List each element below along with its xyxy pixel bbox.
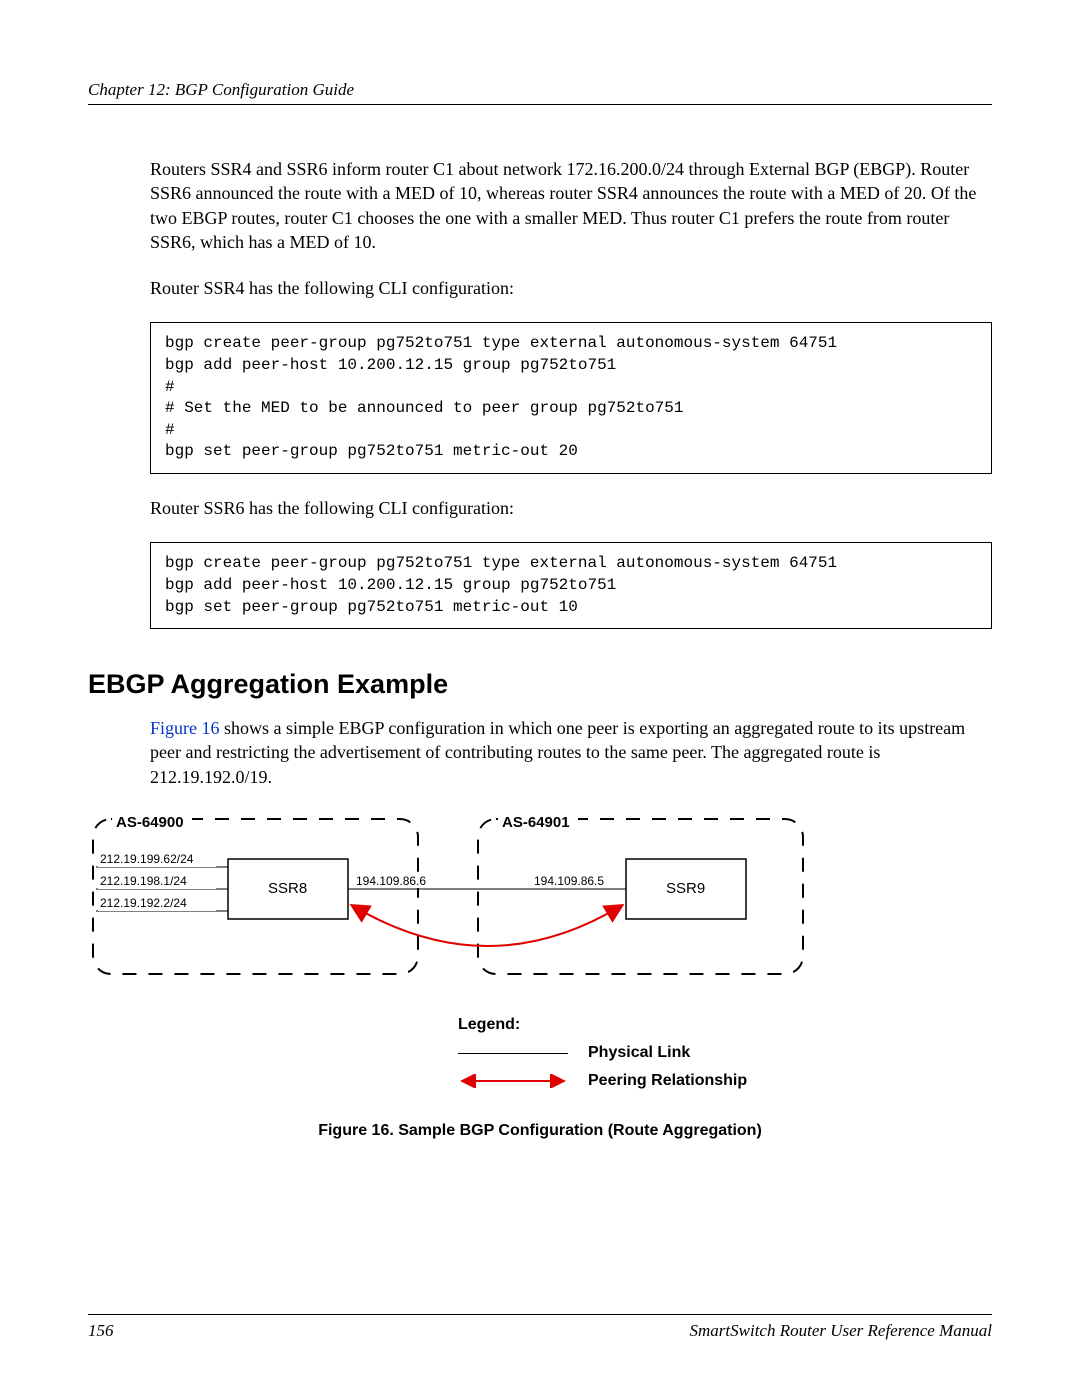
figure-reference-link[interactable]: Figure 16 (150, 718, 220, 738)
ip-net-3: 212.19.192.2/24 (100, 896, 187, 910)
as-left-label: AS-64900 (116, 814, 184, 831)
ip-net-2: 212.19.198.1/24 (100, 874, 187, 888)
legend-row-peering: Peering Relationship (458, 1072, 992, 1090)
section-heading: EBGP Aggregation Example (88, 669, 992, 700)
paragraph-figref: Figure 16 shows a simple EBGP configurat… (150, 716, 992, 789)
as-right-label: AS-64901 (502, 814, 570, 831)
legend-physical-label: Physical Link (588, 1044, 690, 1062)
legend: Legend: Physical Link (458, 1016, 992, 1090)
paragraph-ssr4-intro: Router SSR4 has the following CLI config… (150, 276, 992, 300)
router-ssr8-label: SSR8 (268, 880, 307, 897)
page-header: Chapter 12: BGP Configuration Guide (88, 80, 992, 105)
legend-row-physical: Physical Link (458, 1044, 992, 1062)
chapter-title: Chapter 12: BGP Configuration Guide (88, 80, 354, 99)
network-diagram-svg: AS-64900 AS-64901 SSR8 SSR9 212.19.199.6… (88, 811, 808, 991)
legend-peering-arrow-icon (458, 1074, 568, 1088)
peering-arc (353, 906, 621, 946)
router-ssr9-label: SSR9 (666, 880, 705, 897)
ip-link-left: 194.109.86.6 (356, 874, 426, 888)
paragraph-ssr6-intro: Router SSR6 has the following CLI config… (150, 496, 992, 520)
paragraph-figref-rest: shows a simple EBGP configuration in whi… (150, 718, 965, 787)
code-block-ssr6: bgp create peer-group pg752to751 type ex… (150, 542, 992, 629)
ip-link-right: 194.109.86.5 (534, 874, 604, 888)
page-number: 156 (88, 1321, 114, 1341)
legend-title: Legend: (458, 1016, 992, 1034)
figure-caption: Figure 16. Sample BGP Configuration (Rou… (88, 1122, 992, 1140)
page: Chapter 12: BGP Configuration Guide Rout… (0, 0, 1080, 1397)
page-footer: 156 SmartSwitch Router User Reference Ma… (88, 1314, 992, 1341)
code-block-ssr4: bgp create peer-group pg752to751 type ex… (150, 322, 992, 474)
legend-physical-line-icon (458, 1053, 568, 1054)
paragraph-intro: Routers SSR4 and SSR6 inform router C1 a… (150, 157, 992, 254)
manual-title: SmartSwitch Router User Reference Manual (690, 1321, 992, 1341)
diagram: AS-64900 AS-64901 SSR8 SSR9 212.19.199.6… (88, 811, 992, 996)
ip-net-1: 212.19.199.62/24 (100, 852, 194, 866)
legend-peering-label: Peering Relationship (588, 1072, 747, 1090)
